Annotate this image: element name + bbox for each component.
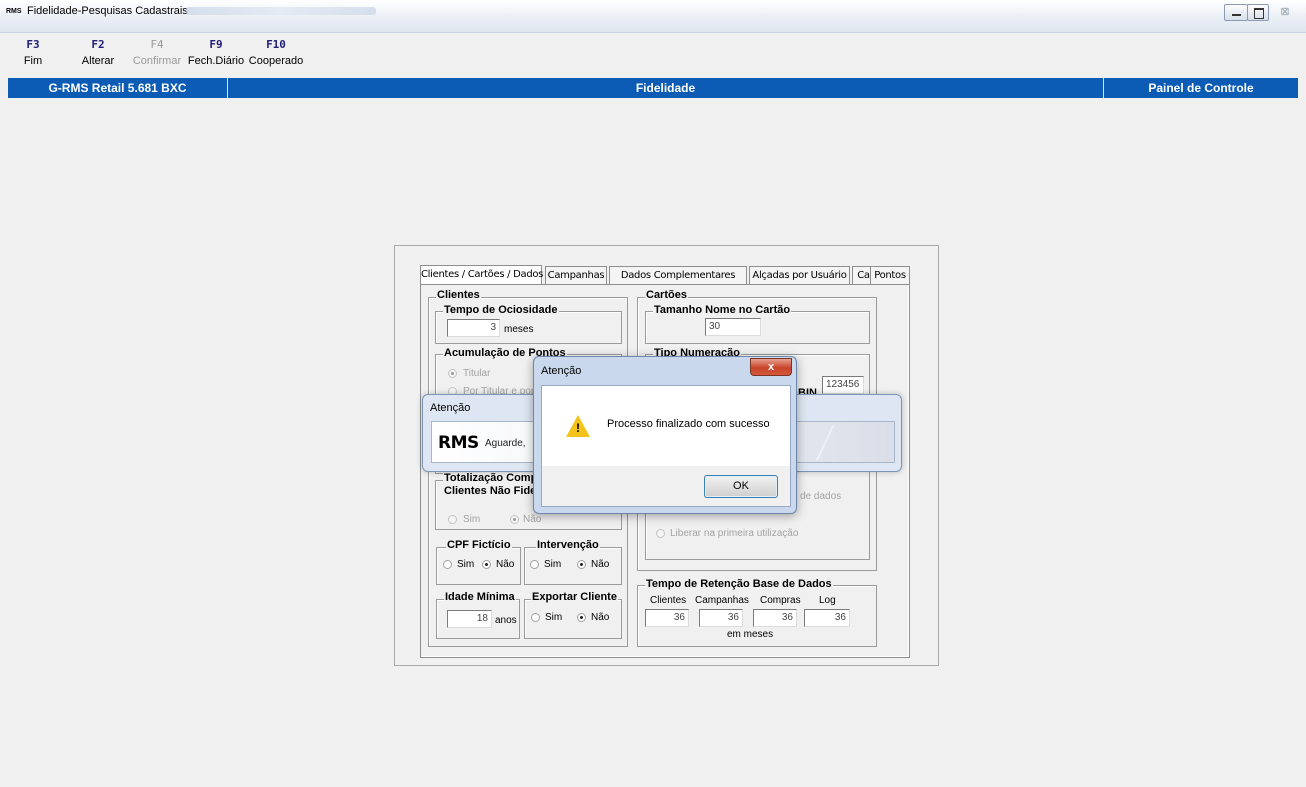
retencao-log-input[interactable]: 36: [804, 609, 850, 627]
warning-icon-mark: !: [576, 421, 580, 435]
group-clientes-title: Clientes: [436, 289, 481, 301]
fkey-label: Cooperado: [248, 55, 304, 67]
group-cartoes-title: Cartões: [645, 289, 688, 301]
app-icon: RMS: [6, 8, 22, 15]
group-idade-minima-title: Idade Mínima: [444, 591, 516, 603]
title-extra-blurred: [186, 7, 376, 15]
totalizacao-nao-label: Não: [523, 514, 542, 525]
header-system-version: G-RMS Retail 5.681 BXC: [8, 78, 228, 98]
fkey-label: Confirmar: [132, 55, 182, 67]
f2-alterar-button[interactable]: F2 Alterar: [80, 38, 116, 67]
base-dados-text: de dados: [800, 491, 842, 502]
rms-logo: RMS: [438, 433, 479, 453]
fkey-code: F9: [209, 38, 223, 51]
fkey-label: Alterar: [81, 55, 115, 67]
alert-message-area: ! Processo finalizado com sucesso: [542, 386, 790, 466]
group-intervencao-title: Intervenção: [536, 539, 600, 551]
totalizacao-sim-radio[interactable]: [448, 515, 457, 524]
acumulacao-titular-label: Titular: [463, 368, 491, 379]
header-panel-title: Painel de Controle: [1148, 81, 1254, 95]
group-cpf-ficticio-title: CPF Fictício: [446, 539, 512, 551]
tamanho-nome-input[interactable]: 30: [705, 318, 761, 336]
close-window-button[interactable]: ⊠: [1274, 4, 1296, 21]
acumulacao-titular-radio[interactable]: [448, 369, 457, 378]
retencao-col-campanhas: Campanhas: [695, 595, 749, 606]
alert-close-button[interactable]: x: [750, 358, 792, 376]
group-exportar-cliente-title: Exportar Cliente: [531, 591, 618, 603]
window-title: Fidelidade-Pesquisas Cadastrais: [27, 5, 188, 17]
fkey-code: F4: [150, 38, 164, 51]
wait-dialog-message: Aguarde,: [485, 438, 526, 449]
tab-alcadas-por-usuario[interactable]: Alçadas por Usuário: [749, 266, 850, 285]
group-retencao-title: Tempo de Retenção Base de Dados: [645, 578, 833, 590]
liberar-radio[interactable]: [656, 529, 665, 538]
maximize-button[interactable]: [1247, 4, 1269, 21]
group-totalizacao-title: Totalização Comp: [443, 472, 539, 484]
ociosidade-unit: meses: [504, 324, 534, 335]
alert-dialog-content: ! Processo finalizado com sucesso OK: [541, 385, 791, 507]
tab-pontos[interactable]: Pontos: [870, 266, 910, 285]
exportar-sim-label: Sim: [545, 612, 563, 623]
intervencao-nao-radio[interactable]: [577, 560, 586, 569]
retencao-compras-input[interactable]: 36: [753, 609, 797, 627]
alert-message: Processo finalizado com sucesso: [607, 418, 770, 430]
exportar-sim-radio[interactable]: [531, 613, 540, 622]
cpf-sim-label: Sim: [457, 559, 475, 570]
cpf-nao-radio[interactable]: [482, 560, 491, 569]
fkey-code: F3: [26, 38, 40, 51]
f3-fim-button[interactable]: F3 Fim: [20, 38, 46, 67]
intervencao-sim-label: Sim: [544, 559, 562, 570]
retencao-unit: em meses: [727, 629, 774, 640]
tab-campanhas[interactable]: Campanhas: [545, 266, 607, 285]
fkey-label: Fech.Diário: [187, 55, 245, 67]
retencao-clientes-input[interactable]: 36: [645, 609, 689, 627]
f4-confirmar-button[interactable]: F4 Confirmar: [131, 38, 183, 67]
retencao-col-log: Log: [819, 595, 836, 606]
fkey-code: F10: [266, 38, 286, 51]
group-tamanho-nome-title: Tamanho Nome no Cartão: [653, 304, 792, 316]
wait-dialog-title: Atenção: [430, 402, 471, 414]
window-title-bar: RMS Fidelidade-Pesquisas Cadastrais ⊠: [0, 0, 1306, 33]
group-totalizacao-subtitle: Clientes Não Fide: [443, 485, 538, 497]
retencao-col-clientes: Clientes: [650, 595, 687, 606]
retencao-campanhas-input[interactable]: 36: [699, 609, 743, 627]
retencao-col-compras: Compras: [760, 595, 801, 606]
decorative-swoosh: [816, 426, 892, 460]
tab-clientes-cartoes-dados[interactable]: Clientes / Cartões / Dados: [420, 265, 543, 286]
totalizacao-sim-label: Sim: [463, 514, 481, 525]
liberar-label: Liberar na primeira utilização: [670, 528, 799, 539]
idade-minima-unit: anos: [495, 615, 517, 626]
fkey-label: Fim: [23, 55, 43, 67]
alert-dialog-title: Atenção: [541, 365, 582, 377]
header-bar: G-RMS Retail 5.681 BXC Fidelidade Painel…: [8, 78, 1298, 98]
cpf-nao-label: Não: [496, 559, 515, 570]
f10-cooperado-button[interactable]: F10 Cooperado: [248, 38, 304, 67]
tab-dados-complementares[interactable]: Dados Complementares: [609, 266, 747, 285]
totalizacao-nao-radio[interactable]: [510, 515, 519, 524]
f9-fech-diario-button[interactable]: F9 Fech.Diário: [187, 38, 245, 67]
exportar-nao-radio[interactable]: [577, 613, 586, 622]
fkey-code: F2: [91, 38, 105, 51]
cpf-sim-radio[interactable]: [443, 560, 452, 569]
idade-minima-input[interactable]: 18: [447, 610, 492, 628]
alert-dialog: Atenção x ! Processo finalizado com suce…: [533, 356, 797, 514]
group-tempo-ociosidade-title: Tempo de Ociosidade: [443, 304, 559, 316]
exportar-nao-label: Não: [591, 612, 610, 623]
minimize-button[interactable]: [1224, 4, 1248, 21]
ok-button[interactable]: OK: [704, 475, 778, 498]
intervencao-sim-radio[interactable]: [530, 560, 539, 569]
ociosidade-input[interactable]: 3: [447, 319, 500, 337]
header-module-title: Fidelidade: [228, 78, 1104, 98]
bin-input[interactable]: 123456: [822, 376, 864, 394]
intervencao-nao-label: Não: [591, 559, 610, 570]
